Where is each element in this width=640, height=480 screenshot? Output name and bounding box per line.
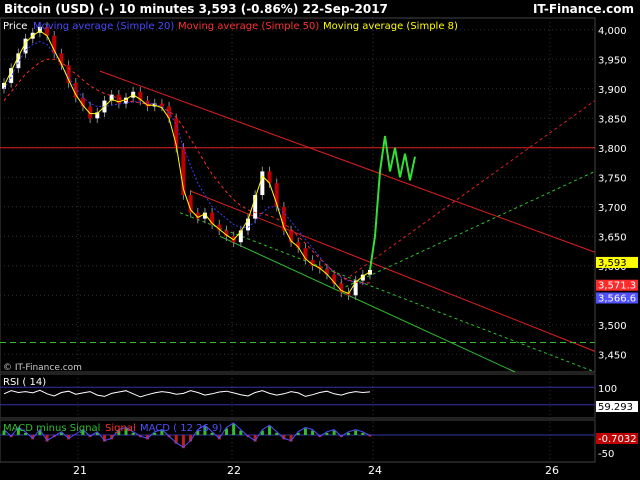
legend-ma8: Moving average (Simple 8) [323,21,458,32]
candle-body [159,103,164,107]
watermark: © IT-Finance.com [3,363,82,373]
legend-ma50: Moving average (Simple 50) [178,21,319,32]
y-tick-label: 3,750 [598,173,627,184]
x-tick-label: 24 [368,464,382,477]
x-tick-label: 26 [545,464,559,477]
y-tick-label: 3,900 [598,85,627,96]
price-chart: 4,000 3,950 3,900 3,850 3,800 3,750 3,700 3,650… [0,17,638,477]
y-axis: 4,000 3,950 3,900 3,850 3,800 3,750 3,700 3,650… [598,26,627,361]
candle-body [260,171,265,195]
rsi-tick-label: 100 [598,384,617,395]
macd-legend-1: MACD minus Signal [3,423,100,434]
macd-legend-2: Signal [105,423,136,434]
price-panel [0,17,596,373]
legend-ma20: Moving average (Simple 20) [33,21,174,32]
rsi-title: RSI ( 14) [3,377,46,388]
price-label: 3,593 [598,258,627,269]
x-tick-label: 22 [227,464,241,477]
y-tick-label: 3,500 [598,321,627,332]
x-tick-label: 21 [73,464,87,477]
y-tick-label: 3,700 [598,203,627,214]
y-tick-label: 3,850 [598,114,627,125]
macd-legend-3: MACD ( 12 26 9) [140,423,222,434]
macd-value-label: -0.7032 [598,434,637,445]
y-tick-label: 4,000 [598,26,627,37]
macd-tick-label: -50 [598,449,614,460]
y-tick-label: 3,450 [598,350,627,361]
y-tick-label: 3,950 [598,55,627,66]
legend-price: Price [3,21,27,32]
rsi-panel [0,373,596,419]
y-tick-label: 3,800 [598,144,627,155]
y-tick-label: 3,650 [598,232,627,243]
x-axis: 21 22 24 26 [73,464,559,477]
price-label: 3,571.3 [598,281,636,292]
rsi-value-label: 59.293 [598,402,633,413]
price-label: 3,566.6 [598,294,636,305]
price-labels: 3,593 3,571.3 3,566.6 [596,256,638,305]
